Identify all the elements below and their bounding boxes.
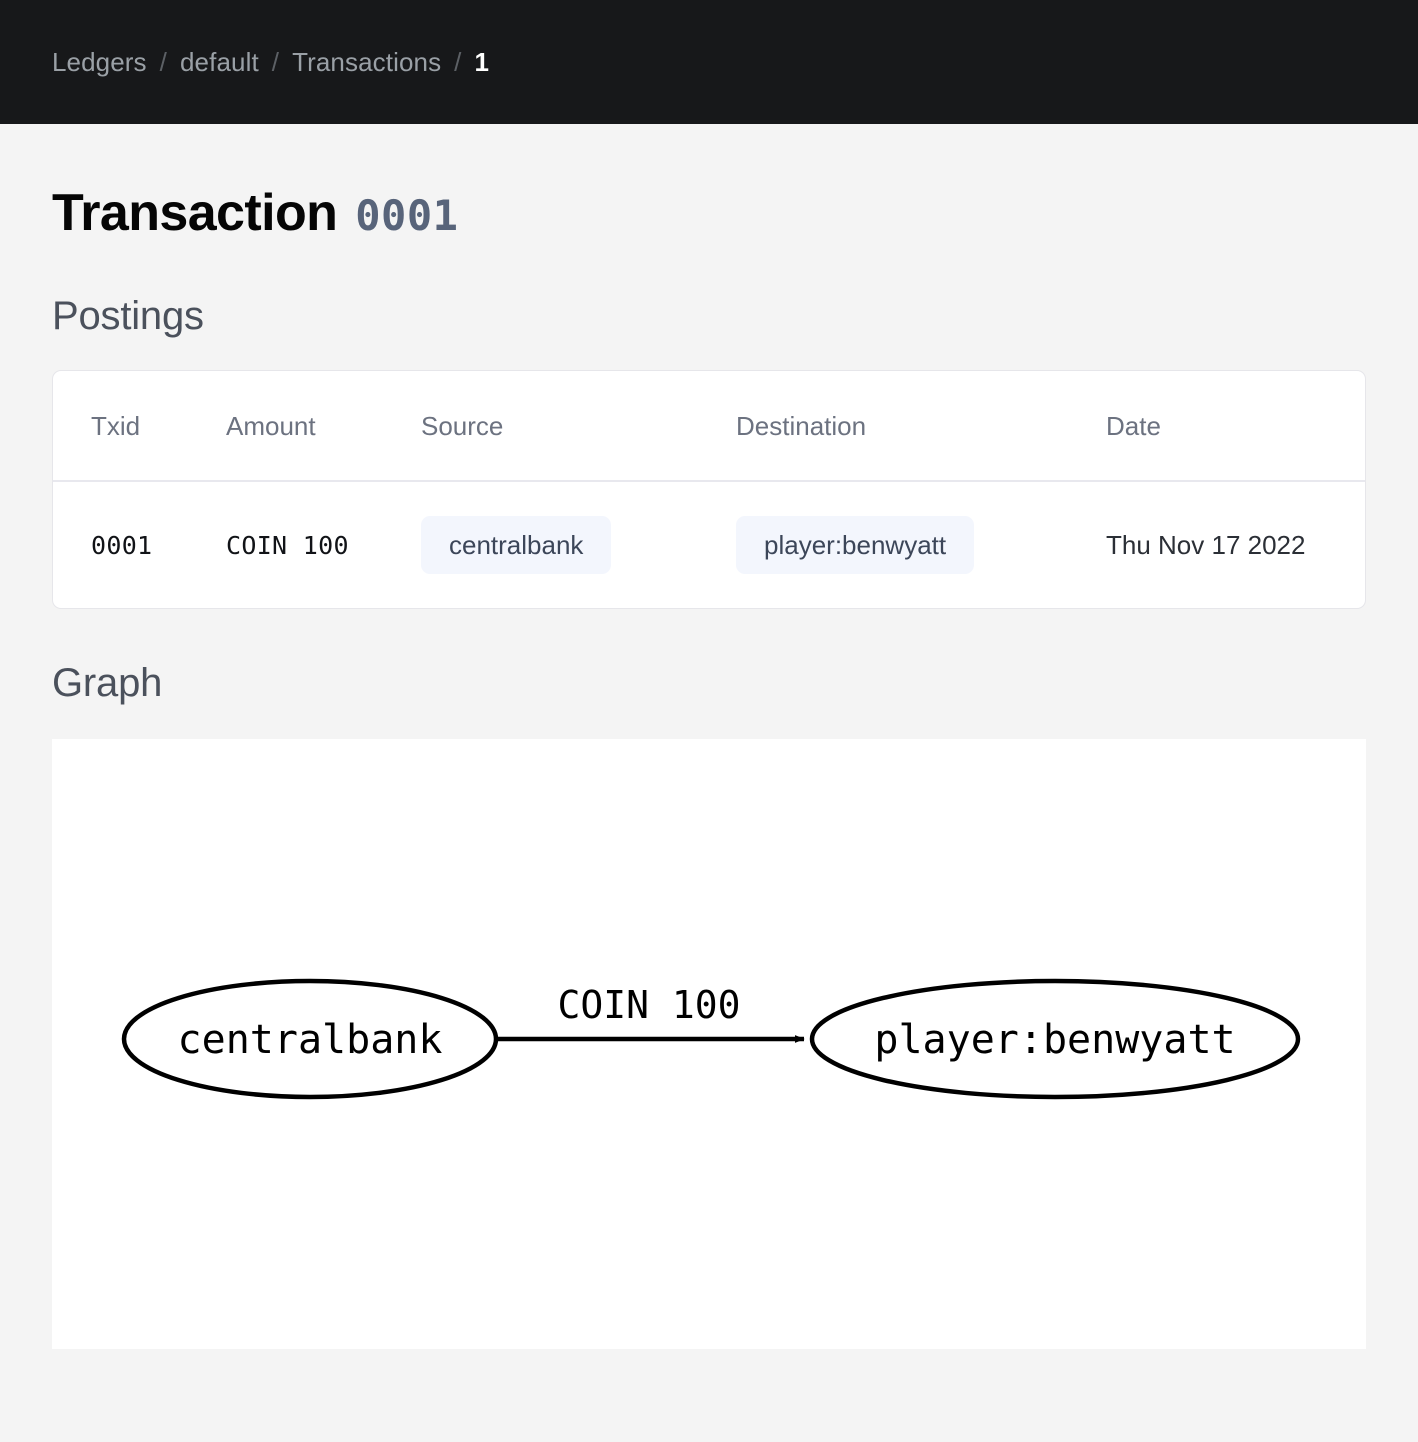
breadcrumb-separator: / xyxy=(271,46,280,77)
breadcrumb-separator: / xyxy=(454,46,462,77)
page-title: Transaction 0001 xyxy=(52,124,1366,242)
column-header-txid: Txid xyxy=(53,371,226,483)
page-title-text: Transaction xyxy=(52,184,338,242)
column-header-destination: Destination xyxy=(736,371,1106,483)
graph-edge-label: COIN 100 xyxy=(557,983,740,1027)
postings-heading: Postings xyxy=(52,294,204,339)
table-header-row: Txid Amount Source Destination Date xyxy=(53,371,1365,483)
postings-table: Txid Amount Source Destination Date 0001… xyxy=(53,371,1365,608)
cell-source: centralbank xyxy=(421,481,736,608)
breadcrumb-item-ledgers[interactable]: Ledgers xyxy=(52,47,147,78)
main-content: Transaction 0001 Postings Txid Amount So… xyxy=(0,124,1418,1350)
table-row[interactable]: 0001 COIN 100 centralbank player:benwyat… xyxy=(53,481,1365,608)
postings-table-body: 0001 COIN 100 centralbank player:benwyat… xyxy=(53,481,1365,608)
postings-card: Txid Amount Source Destination Date 0001… xyxy=(52,370,1366,610)
graph-node-player-benwyatt[interactable]: player:benwyatt xyxy=(809,978,1301,1100)
postings-table-head: Txid Amount Source Destination Date xyxy=(53,371,1365,483)
txid-value: 0001 xyxy=(91,530,153,560)
column-header-amount: Amount xyxy=(226,371,421,483)
cell-date: Thu Nov 17 2022 xyxy=(1106,481,1365,608)
column-header-date: Date xyxy=(1106,371,1365,483)
breadcrumb-item-transactions[interactable]: Transactions xyxy=(292,47,441,78)
destination-account-badge[interactable]: player:benwyatt xyxy=(736,516,975,575)
breadcrumb: Ledgers / default / Transactions / 1 xyxy=(52,47,489,78)
breadcrumb-item-current: 1 xyxy=(474,46,490,77)
transaction-id: 0001 xyxy=(355,191,459,240)
amount-value: COIN 100 xyxy=(226,530,349,560)
cell-txid: 0001 xyxy=(53,481,226,608)
source-account-badge[interactable]: centralbank xyxy=(421,516,612,575)
cell-destination: player:benwyatt xyxy=(736,481,1106,608)
graph-heading: Graph xyxy=(52,661,163,706)
graph-panel: COIN 100 centralbank player:benwyatt xyxy=(52,739,1366,1350)
cell-amount: COIN 100 xyxy=(226,481,421,608)
breadcrumb-item-default[interactable]: default xyxy=(180,47,259,78)
transaction-graph: COIN 100 centralbank player:benwyatt xyxy=(121,978,1301,1100)
topbar: Ledgers / default / Transactions / 1 xyxy=(0,0,1418,124)
graph-node-label: centralbank xyxy=(178,1017,443,1063)
breadcrumb-separator: / xyxy=(159,46,167,77)
graph-node-label: player:benwyatt xyxy=(874,1017,1235,1063)
graph-node-centralbank[interactable]: centralbank xyxy=(121,978,499,1100)
column-header-source: Source xyxy=(421,371,736,483)
date-value: Thu Nov 17 2022 xyxy=(1106,529,1306,560)
